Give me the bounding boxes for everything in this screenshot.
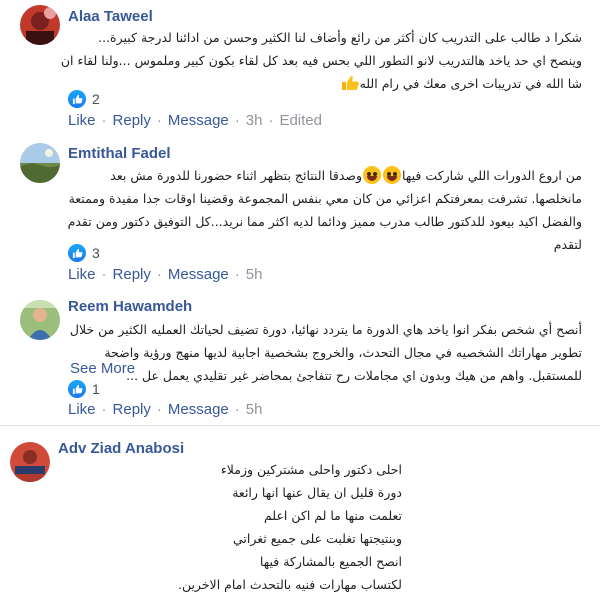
thumbs-up-emoji-icon (341, 76, 359, 90)
comment-author[interactable]: Reem Hawamdeh (68, 298, 192, 315)
separator: · (156, 401, 162, 418)
comment-line: لتقدم (553, 237, 582, 252)
comment-line-text: شا الله في تدريبات اخرى معك في رام الله (359, 76, 582, 91)
message-button[interactable]: Message (168, 112, 229, 129)
comment-line: احلى دكتور واحلى مشتركين وزملاء (220, 462, 402, 477)
comment-actions: Like · Reply · Message · 5h (68, 401, 262, 418)
comment-line: شا الله في تدريبات اخرى معك في رام الله (61, 72, 582, 95)
reaction-summary[interactable]: 2 (68, 88, 100, 110)
timestamp[interactable]: 5h (246, 401, 263, 418)
comment-line: والفضل اكيد بيعود للدكتور طالب مدرب مميز… (67, 214, 582, 229)
avatar[interactable] (20, 5, 60, 45)
comment-actions: Like · Reply · Message · 5h (68, 266, 262, 283)
reaction-count: 2 (92, 91, 100, 107)
comment-line-text: من اروع الدورات اللي شاركت فيها (402, 168, 582, 183)
avatar[interactable] (20, 300, 60, 340)
comment-text: أنصح أي شخص بفكر انوا ياخد هاي الدورة ما… (70, 318, 582, 387)
edited-label[interactable]: Edited (279, 112, 322, 129)
like-reaction-icon (68, 380, 86, 398)
reply-button[interactable]: Reply (113, 401, 151, 418)
separator: · (101, 401, 107, 418)
comment-text: احلى دكتور واحلى مشتركين وزملاء دورة قلي… (178, 458, 402, 596)
comment-author[interactable]: Emtithal Fadel (68, 145, 171, 162)
like-button[interactable]: Like (68, 112, 96, 129)
comment-line: تعلمت منها ما لم اكن اعلم (263, 508, 402, 523)
comment-line: مانخلصها. تشرفت بمعرفتكم اعزائي من كان م… (68, 191, 582, 206)
message-button[interactable]: Message (168, 401, 229, 418)
comment-actions: Like · Reply · Message · 3h · Edited (68, 112, 322, 129)
reply-button[interactable]: Reply (113, 266, 151, 283)
laughing-emoji-icon (363, 166, 382, 184)
divider (0, 425, 600, 426)
avatar[interactable] (20, 143, 60, 183)
comment-author[interactable]: Adv Ziad Anabosi (58, 440, 184, 457)
separator: · (156, 112, 162, 129)
reaction-summary[interactable]: 1 (68, 378, 100, 400)
laughing-emoji-icon (383, 166, 402, 184)
comment-text: شكرا د طالب على التدريب كان أكثر من رائع… (61, 26, 582, 95)
comment-author[interactable]: Alaa Taweel (68, 8, 153, 25)
timestamp[interactable]: 5h (246, 266, 263, 283)
comment-line: تطوير مهاراتك الشخصيه في مجال التحدث، وا… (104, 345, 582, 360)
comment-line: لكتساب مهارات فنيه بالتحدث امام الاخرين. (177, 577, 402, 592)
separator: · (234, 401, 240, 418)
comment-text: من اروع الدورات اللي شاركت فيها وصدقا الن… (68, 164, 582, 256)
separator: · (101, 266, 107, 283)
like-button[interactable]: Like (68, 266, 96, 283)
separator: · (268, 112, 274, 129)
like-reaction-icon (68, 90, 86, 108)
timestamp[interactable]: 3h (246, 112, 263, 129)
comment-line: وبنتيجتها تغلبت على جميع ثغراتي (232, 531, 402, 546)
comment-line: وينصح اي حد ياخد هالتدريب لانو التطور ال… (60, 53, 582, 68)
reaction-count: 1 (92, 381, 100, 397)
comment-line: شكرا د طالب على التدريب كان أكثر من رائع… (98, 30, 582, 45)
avatar[interactable] (10, 442, 50, 482)
reaction-summary[interactable]: 3 (68, 242, 100, 264)
see-more-link[interactable]: See More (70, 360, 135, 377)
comment-line-text: وصدقا النتائج بتظهر اثناء حضورنا للدورة … (110, 168, 363, 183)
like-button[interactable]: Like (68, 401, 96, 418)
separator: · (156, 266, 162, 283)
message-button[interactable]: Message (168, 266, 229, 283)
comment-line: للمستقبل. واهم من هيك وبدون اي مجاملات ر… (126, 368, 582, 383)
reaction-count: 3 (92, 245, 100, 261)
comment-line: دورة قليل ان يقال عنها انها رائعة (232, 485, 402, 500)
separator: · (234, 112, 240, 129)
like-reaction-icon (68, 244, 86, 262)
separator: · (234, 266, 240, 283)
separator: · (101, 112, 107, 129)
reply-button[interactable]: Reply (113, 112, 151, 129)
comment-line: انصح الجميع بالمشاركة فيها (259, 554, 402, 569)
comment-line: أنصح أي شخص بفكر انوا ياخد هاي الدورة ما… (69, 322, 582, 337)
comment-line: من اروع الدورات اللي شاركت فيها وصدقا الن… (68, 164, 582, 187)
